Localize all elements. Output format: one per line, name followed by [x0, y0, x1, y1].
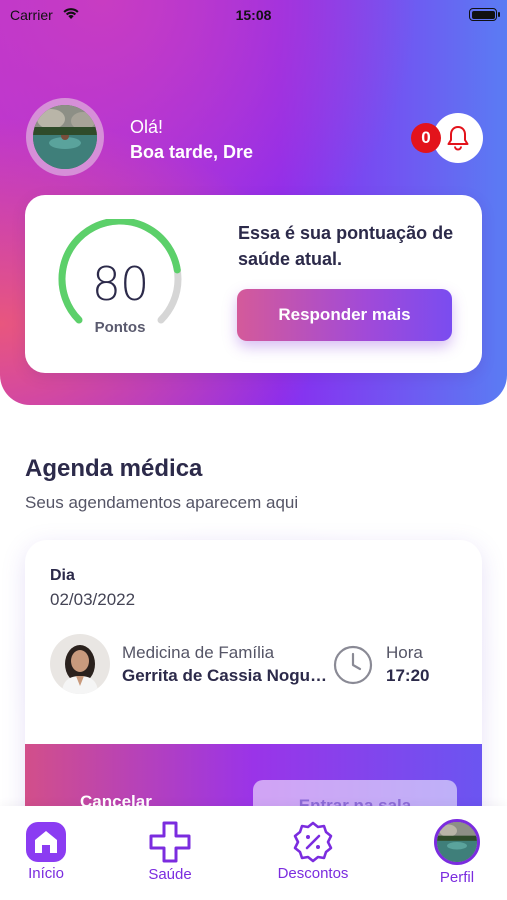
health-score-card: 80 Pontos Essa é sua pontuação de saúde … [25, 195, 482, 373]
battery-icon [469, 8, 500, 21]
tab-saude[interactable]: Saúde [120, 806, 220, 900]
score-unit-label: Pontos [94, 319, 146, 336]
appointment-day-label: Dia [50, 567, 75, 584]
tab-inicio[interactable]: Início [0, 806, 96, 900]
user-avatar[interactable] [26, 98, 104, 176]
score-value: 80 [91, 257, 150, 311]
appointment-hour: 17:20 [386, 666, 430, 685]
home-icon [26, 822, 66, 862]
doctor-name: Gerrita de Cassia Nogueira [122, 666, 334, 685]
respond-more-button[interactable]: Responder mais [237, 289, 452, 341]
bottom-tab-bar: Início Saúde Descontos Perfil [0, 806, 507, 900]
tab-inicio-label: Início [28, 865, 64, 882]
tab-perfil-label: Perfil [439, 869, 475, 886]
clock-icon [333, 645, 373, 685]
agenda-title: Agenda médica [25, 455, 203, 482]
status-bar: Carrier 15:08 [0, 0, 507, 30]
avatar-photo [33, 105, 97, 169]
appointment-specialty: Medicina de Família [122, 643, 275, 662]
tab-saude-label: Saúde [148, 866, 192, 883]
profile-avatar-icon [434, 819, 480, 865]
tab-descontos[interactable]: Descontos [263, 806, 363, 900]
greeting: Olá! [130, 117, 164, 137]
doctor-avatar [50, 634, 110, 694]
discount-badge-icon [293, 821, 333, 863]
agenda-subtitle: Seus agendamentos aparecem aqui [25, 493, 299, 512]
tab-descontos-label: Descontos [277, 865, 349, 882]
tab-perfil[interactable]: Perfil [407, 806, 507, 900]
health-cross-icon [149, 821, 191, 863]
user-greeting-name: Boa tarde, Dre [130, 142, 254, 162]
profile-photo [437, 822, 477, 862]
appointment-card[interactable]: Dia 02/03/2022 Medicina de Família Gerri… [25, 540, 482, 840]
appointment-hour-label: Hora [386, 643, 423, 662]
notification-count-badge: 0 [411, 123, 441, 153]
score-description: Essa é sua pontuação de saúde atual. [238, 223, 454, 269]
doctor-photo [50, 634, 110, 694]
appointment-date: 02/03/2022 [50, 590, 136, 609]
clock-time: 15:08 [235, 7, 272, 23]
bell-icon [447, 126, 469, 151]
